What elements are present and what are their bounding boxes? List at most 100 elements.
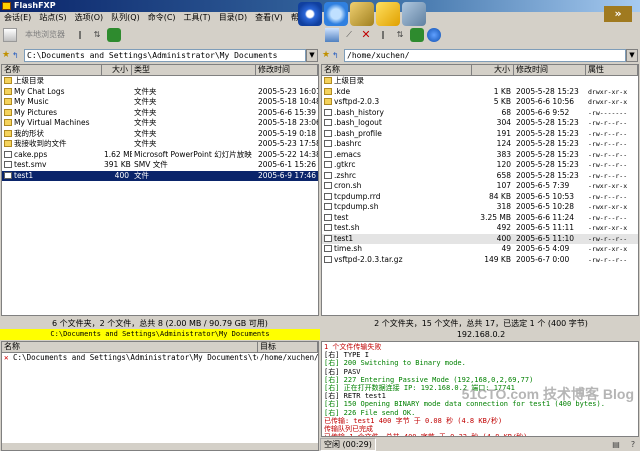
file-row[interactable]: .zshrc 658 2005-5-28 15:23 -rw-r--r-- (322, 171, 638, 182)
file-row[interactable]: 我接收到的文件 文件夹 2005-5-23 17:58 (2, 139, 318, 150)
ie-icon[interactable] (298, 2, 322, 26)
file-row[interactable]: test1 400 2005-6-5 11:10 -rw-r--r-- (322, 233, 638, 244)
queue-scrollbar[interactable] (2, 442, 318, 450)
forward-arrow-icon[interactable]: » (604, 6, 632, 22)
file-name: test (334, 212, 349, 222)
log-line: [右] 227 Entering Passive Mode (192,168,0… (324, 375, 534, 384)
menu-sites[interactable]: 站点(S) (35, 12, 70, 24)
file-row[interactable]: test.smv 391 KB SMV 文件 2005-6-1 15:26 (2, 160, 318, 171)
file-modified: 2005-5-23 16:01 (258, 86, 318, 96)
globe-icon[interactable] (427, 28, 441, 42)
file-row[interactable]: 我的形状 文件夹 2005-5-19 0:18 (2, 129, 318, 140)
file-type: 文件夹 (134, 118, 157, 127)
pause-icon[interactable]: ‖ (73, 28, 87, 42)
favorites-icon[interactable]: ★ (2, 50, 12, 60)
menu-tools[interactable]: 工具(T) (180, 12, 215, 24)
file-name: My Chat Logs (14, 86, 65, 96)
col-name[interactable]: 名称 (2, 65, 102, 75)
file-row[interactable]: vsftpd-2.0.3 5 KB 2005-6-6 10:56 drwxr-xr-x (322, 97, 638, 108)
col-name[interactable]: 名称 (322, 65, 472, 75)
file-name: .kde (334, 86, 351, 96)
file-row[interactable]: My Pictures 文件夹 2005-6-6 15:39 (2, 108, 318, 119)
file-icon (324, 171, 332, 179)
file-size: 3.25 MB (480, 212, 511, 222)
help-icon[interactable]: ? (626, 438, 640, 451)
menu-bar: 会话(E) 站点(S) 选项(O) 队列(Q) 命令(C) 工具(T) 目录(D… (0, 12, 319, 24)
favorites-icon[interactable]: ★ (322, 50, 332, 60)
file-row[interactable]: test 3.25 MB 2005-6-6 11:24 -rw-r--r-- (322, 213, 638, 224)
file-row[interactable]: .bash_profile 191 2005-5-28 15:23 -rw-r--r-… (322, 129, 638, 140)
file-attributes: drwxr-xr-x (588, 98, 628, 106)
up-icon (4, 77, 12, 84)
chevron-down-icon[interactable]: ▼ (626, 48, 638, 62)
file-modified: 2005-6-5 10:28 (516, 202, 575, 211)
file-row[interactable]: My Virtual Machines 文件夹 2005-5-18 23:06 (2, 118, 318, 129)
file-modified: 2005-6-6 9:52 (516, 107, 570, 117)
local-browser-button[interactable]: 本地浏览器 (20, 28, 70, 42)
file-row[interactable]: 上级目录 (322, 76, 638, 87)
menu-queue[interactable]: 队列(Q) (107, 12, 144, 24)
file-row[interactable]: test1 400 文件 2005-6-9 17:46 (2, 170, 318, 182)
folder-icon (4, 129, 12, 137)
file-row[interactable]: .emacs 383 2005-5-28 15:23 -rw-r--r-- (322, 150, 638, 161)
col-type[interactable]: 类型 (132, 65, 256, 75)
queue-col-target[interactable]: 目标 (258, 342, 318, 352)
folder-icon (324, 98, 332, 105)
file-row[interactable]: tcpdump.rrd 84 KB 2005-6-5 10:53 -rw-r--r-- (322, 192, 638, 203)
file-row[interactable]: cake.pps 1.62 MB Microsoft PowerPoint 幻灯片放… (2, 150, 318, 161)
file-type (132, 76, 256, 87)
idle-status: 空闲 (00:29) (320, 438, 376, 451)
network-icon[interactable] (324, 2, 348, 26)
file-row[interactable]: .bash_history 68 2005-6-6 9:52 -rw------- (322, 108, 638, 119)
file-row[interactable]: .kde 1 KB 2005-5-28 15:23 drwxr-xr-x (322, 87, 638, 98)
file-row[interactable]: 上级目录 (2, 76, 318, 87)
file-size: 492 (496, 223, 511, 232)
file-row[interactable]: My Chat Logs 文件夹 2005-5-23 16:01 (2, 87, 318, 98)
menu-directory[interactable]: 目录(D) (215, 12, 251, 24)
file-name-cell: My Music (2, 97, 102, 108)
disconnect-icon[interactable]: ⟋ (342, 28, 356, 42)
transfer-icon[interactable]: ⇅ (393, 28, 407, 42)
menu-view[interactable]: 查看(V) (251, 12, 287, 24)
left-path-input[interactable]: C:\Documents and Settings\Administrator\… (24, 48, 306, 62)
menu-options[interactable]: 选项(O) (71, 12, 108, 24)
queue-col-name[interactable]: 名称 (2, 342, 258, 352)
file-name-cell: test1 (2, 171, 102, 182)
parent-dir-icon[interactable]: ↰ (332, 51, 344, 60)
connect-icon[interactable] (3, 28, 17, 42)
pause-icon[interactable]: ‖ (376, 28, 390, 42)
queue-icon[interactable]: ▤ (609, 438, 623, 451)
file-row[interactable]: vsftpd-2.0.3.tar.gz 149 KB 2005-6-7 0:00 -r… (322, 255, 638, 266)
menu-commands[interactable]: 命令(C) (144, 12, 180, 24)
col-attributes[interactable]: 属性 (586, 65, 638, 75)
file-row[interactable]: .bashrc 124 2005-5-28 15:23 -rw-r--r-- (322, 139, 638, 150)
file-row[interactable]: .gtkrc 120 2005-5-28 15:23 -rw-r--r-- (322, 160, 638, 171)
queue-item[interactable]: ✕ C:\Documents and Settings\Administrato… (2, 353, 318, 364)
file-row[interactable]: My Music 文件夹 2005-5-18 10:48 (2, 97, 318, 108)
folder-icon[interactable] (376, 2, 400, 26)
file-row[interactable]: time.sh 49 2005-6-5 4:09 -rwxr-xr-x (322, 244, 638, 255)
menu-session[interactable]: 会话(E) (0, 12, 35, 24)
col-modified[interactable]: 修改时间 (256, 65, 318, 75)
tools-icon[interactable] (402, 2, 426, 26)
file-size: 68 (501, 107, 511, 117)
refresh-icon[interactable] (107, 28, 121, 42)
col-size[interactable]: 大小 (472, 65, 514, 75)
chevron-down-icon[interactable]: ▼ (306, 48, 318, 62)
window-title: FlashFXP (14, 1, 56, 10)
boxes-icon[interactable] (350, 2, 374, 26)
right-path-input[interactable]: /home/xuchen/ (344, 48, 626, 62)
file-row[interactable]: test.sh 492 2005-6-5 11:11 -rwxr-xr-x (322, 223, 638, 234)
file-attributes: -rwxr-xr-x (588, 203, 628, 211)
abort-icon[interactable]: ✕ (359, 28, 373, 42)
file-row[interactable]: tcpdump.sh 318 2005-6-5 10:28 -rwxr-xr-x (322, 202, 638, 213)
refresh-icon[interactable] (410, 28, 424, 42)
file-modified: 2005-5-28 15:23 (516, 139, 579, 148)
col-size[interactable]: 大小 (102, 65, 132, 75)
col-modified[interactable]: 修改时间 (514, 65, 586, 75)
connect-icon[interactable] (325, 28, 339, 42)
parent-dir-icon[interactable]: ↰ (12, 51, 24, 60)
file-row[interactable]: .bash_logout 304 2005-5-28 15:23 -rw-r--r-- (322, 118, 638, 129)
transfer-icon[interactable]: ⇅ (90, 28, 104, 42)
file-row[interactable]: cron.sh 107 2005-6-5 7:39 -rwxr-xr-x (322, 181, 638, 192)
